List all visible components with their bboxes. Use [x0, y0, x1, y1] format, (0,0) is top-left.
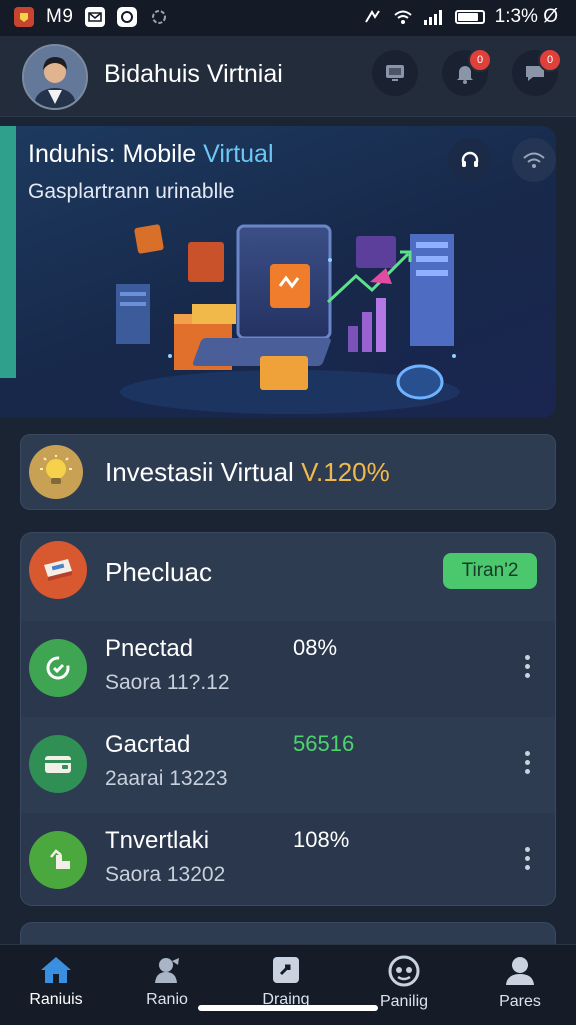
signal-icon — [423, 10, 442, 25]
avatar[interactable] — [22, 44, 88, 110]
wallet-icon — [45, 756, 71, 773]
notification-badge: 0 — [468, 48, 492, 72]
row-subtitle: Saora 13202 — [105, 863, 226, 886]
card-title: Phecluac — [105, 557, 212, 587]
hero-banner[interactable]: Induhis: Mobile Virtual Gasplartrann uri… — [0, 126, 556, 418]
vibrate-icon — [364, 10, 380, 23]
mail-icon — [85, 7, 106, 27]
nav-item-pares[interactable]: Pares — [468, 955, 572, 1011]
hero-title-accent: Virtual — [203, 140, 274, 168]
nav-item-draing[interactable]: Draing — [234, 955, 338, 1009]
more-options-icon[interactable] — [523, 751, 531, 774]
status-time: 1:3% Ø — [494, 6, 558, 27]
face-icon — [388, 955, 420, 987]
nav-item-ranio[interactable]: Ranio — [115, 955, 219, 1009]
banner-text: Investasii Virtual V.120% — [105, 457, 390, 488]
lightbulb-icon — [29, 445, 83, 499]
person-icon — [506, 957, 534, 985]
wifi-icon — [393, 10, 412, 24]
chart-icon — [48, 849, 70, 869]
nav-item-home[interactable]: Raniuis — [4, 955, 108, 1009]
row-icon — [29, 735, 87, 793]
row-icon — [29, 831, 87, 889]
banner-highlight: V.120% — [301, 457, 390, 487]
hero-title-main: Induhis: Mobile — [28, 140, 197, 168]
list-item[interactable]: Gacrtad 2aarai 13223 56516 — [21, 717, 555, 813]
list-item[interactable]: Tnvertlaki Saora 13202 108% — [21, 813, 555, 905]
user-icon — [155, 958, 179, 983]
bottom-navigation: Raniuis Ranio Draing Panilig Pares — [0, 944, 576, 1025]
investment-banner[interactable]: Investasii Virtual V.120% — [20, 434, 556, 510]
portfolio-card: Phecluac Tiran'2 Pnectad Saora 11?.12 08… — [20, 532, 556, 906]
hero-subtitle: Gasplartrann urinablle — [28, 180, 235, 203]
refresh-icon — [46, 656, 70, 680]
row-name: Tnvertlaki — [105, 827, 210, 854]
app-title: Bidahuis Virtniai — [104, 60, 283, 88]
row-value: 56516 — [293, 731, 355, 756]
status-bar: M9 1:3% Ø — [0, 0, 576, 36]
row-icon — [29, 639, 87, 697]
card-icon — [273, 957, 299, 983]
more-options-icon[interactable] — [523, 655, 531, 678]
wifi-icon — [523, 152, 545, 168]
banner-label: Investasii Virtual — [105, 457, 294, 487]
row-value: 108% — [293, 827, 350, 852]
status-left: M9 — [14, 6, 169, 28]
home-icon — [41, 957, 71, 983]
notifications-button[interactable]: 0 — [442, 48, 492, 96]
hero-accent-bar — [0, 126, 16, 378]
more-options-icon[interactable] — [523, 847, 531, 870]
card-action-button[interactable]: Tiran'2 — [443, 553, 537, 589]
instagram-icon — [117, 7, 138, 27]
hero-wifi-button[interactable] — [512, 138, 556, 182]
app-header: Bidahuis Virtniai 0 0 — [0, 36, 576, 117]
row-name: Gacrtad — [105, 731, 191, 758]
card-header-icon — [29, 541, 87, 599]
app-notification-icon — [14, 7, 34, 27]
investment-illustration — [116, 224, 460, 414]
nav-item-panilig[interactable]: Panilig — [352, 955, 456, 1011]
row-subtitle: 2aarai 13223 — [105, 767, 228, 790]
nav-label: Raniuis — [29, 991, 83, 1008]
monitor-icon — [386, 65, 404, 81]
row-name: Pnectad — [105, 635, 194, 662]
message-badge: 0 — [538, 48, 562, 72]
headset-icon — [461, 151, 479, 167]
nav-label: Ranio — [146, 991, 188, 1008]
hero-support-button[interactable] — [448, 138, 492, 182]
status-right: 1:3% Ø — [363, 6, 558, 28]
hero-title: Induhis: Mobile Virtual — [28, 140, 274, 169]
nav-label: Pares — [499, 993, 541, 1010]
row-subtitle: Saora 11?.12 — [105, 671, 230, 694]
nav-label: Panilig — [379, 993, 429, 1010]
sync-icon — [149, 7, 169, 27]
list-item[interactable]: Pnectad Saora 11?.12 08% — [21, 621, 555, 717]
messages-button[interactable]: 0 — [512, 48, 562, 96]
home-indicator[interactable] — [198, 1005, 378, 1011]
screen-button[interactable] — [372, 50, 418, 96]
battery-icon — [454, 10, 485, 24]
row-value: 08% — [293, 635, 338, 660]
status-left-text: M9 — [46, 6, 74, 27]
